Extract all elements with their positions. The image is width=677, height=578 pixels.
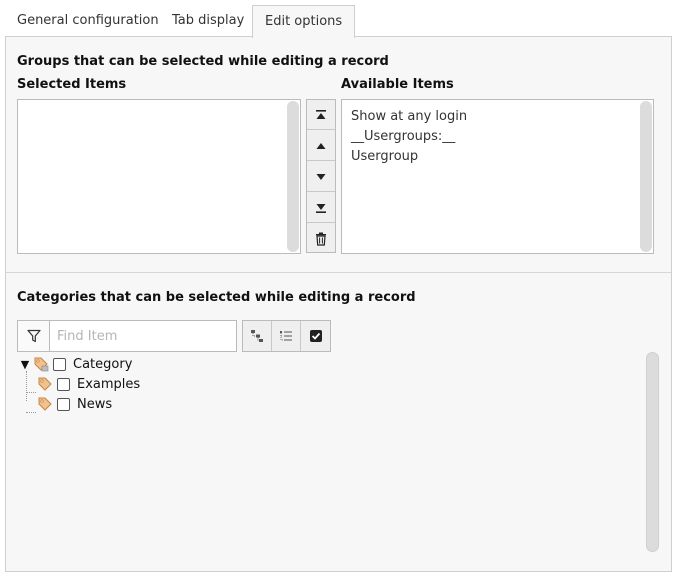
tree-node-category[interactable]: ▼ Category: [19, 354, 133, 374]
tree-guide-line: [26, 371, 27, 401]
tab-general-configuration[interactable]: General configuration: [5, 5, 171, 37]
section-divider: [6, 272, 671, 273]
expand-tree-button[interactable]: [243, 321, 272, 351]
available-item-usergroups-header[interactable]: __Usergroups:__: [351, 129, 455, 144]
collapse-tree-button[interactable]: [272, 321, 301, 351]
category-filter: [17, 320, 237, 352]
tree-toolbar: [242, 320, 331, 352]
trash-icon: [316, 232, 326, 246]
available-items-list[interactable]: Show at any login __Usergroups:__ Usergr…: [341, 99, 654, 254]
category-tag-icon: [38, 377, 52, 391]
filter-icon: [18, 321, 50, 351]
available-items-heading: Available Items: [341, 77, 454, 92]
move-to-top-button[interactable]: [307, 100, 335, 130]
tree-node-examples[interactable]: Examples: [35, 374, 140, 394]
selected-items-list[interactable]: [17, 99, 301, 254]
selected-items-scrollbar[interactable]: [287, 101, 299, 252]
news-checkbox[interactable]: [57, 397, 70, 411]
item-move-buttons: [306, 99, 336, 253]
available-items-scrollbar[interactable]: [640, 101, 652, 252]
delete-item-button[interactable]: [307, 224, 335, 254]
toggle-selected-button[interactable]: [301, 321, 330, 351]
move-down-button[interactable]: [307, 162, 335, 192]
available-item-show-at-any-login[interactable]: Show at any login: [351, 109, 467, 124]
examples-checkbox[interactable]: [57, 377, 70, 391]
move-to-bottom-button[interactable]: [307, 193, 335, 223]
tab-bar: General configuration Tab display Edit o…: [5, 5, 672, 38]
category-tag-icon: [34, 357, 49, 372]
category-tag-icon: [38, 397, 52, 411]
tree-node-label: Category: [73, 356, 133, 372]
tree-scrollbar[interactable]: [646, 352, 659, 552]
tree-node-label: News: [77, 396, 113, 412]
selected-items-heading: Selected Items: [17, 77, 127, 92]
move-to-top-icon: [316, 109, 326, 119]
tab-edit-options[interactable]: Edit options: [252, 5, 356, 38]
checkbox-checked-icon: [309, 330, 322, 342]
move-up-icon: [316, 142, 326, 149]
move-up-button[interactable]: [307, 131, 335, 161]
list-indent-icon: [280, 331, 292, 341]
groups-section-heading: Groups that can be selected while editin…: [17, 54, 389, 69]
category-tree: ▼ Category Examples News: [17, 354, 637, 554]
move-to-bottom-icon: [316, 203, 326, 213]
move-down-icon: [316, 173, 326, 180]
find-item-input[interactable]: [51, 321, 236, 351]
available-item-usergroup[interactable]: Usergroup: [351, 149, 418, 164]
tree-structure-icon: [251, 330, 263, 342]
tree-node-news[interactable]: News: [35, 394, 112, 414]
edit-options-panel: Groups that can be selected while editin…: [5, 36, 672, 572]
expand-toggle-icon[interactable]: ▼: [19, 358, 31, 371]
categories-section-heading: Categories that can be selected while ed…: [17, 290, 416, 305]
category-checkbox[interactable]: [53, 357, 66, 371]
tree-node-label: Examples: [77, 376, 141, 392]
tab-tab-display[interactable]: Tab display: [160, 5, 256, 37]
